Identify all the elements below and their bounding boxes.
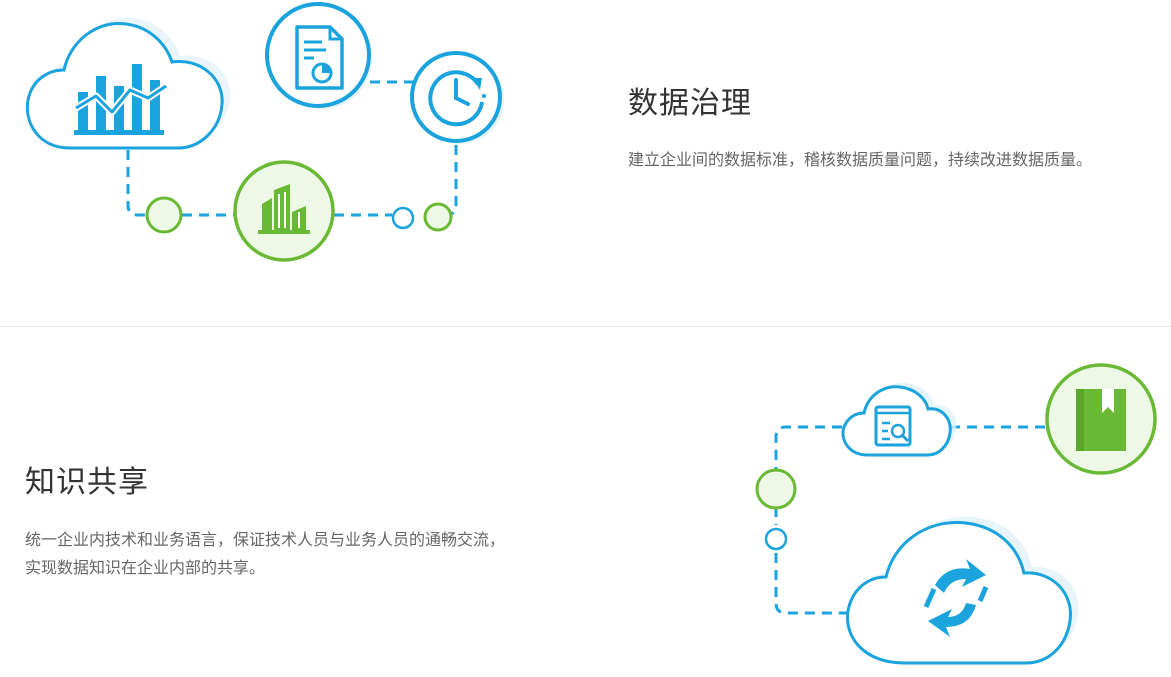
book-icon [1045,363,1157,475]
cloud-search-icon [841,382,957,457]
cloud-sync-icon [846,516,1079,665]
section-title: 数据治理 [628,86,752,121]
document-chart-icon [265,2,372,109]
clock-cycle-icon [410,51,504,144]
cloud-chart-icon [25,17,231,150]
connector-node [145,196,183,234]
connector-node [391,206,415,230]
description-line: 实现数据知识在企业内部的共享。 [25,558,266,577]
connector-node [764,527,788,551]
buildings-icon [233,160,335,262]
description-line: 统一企业内技术和业务语言，保证技术人员与业务人员的通畅交流， [25,530,506,549]
connector-node [423,202,453,232]
knowledge-sharing-illustration [755,363,1157,665]
section-description: 统一企业内技术和业务语言，保证技术人员与业务人员的通畅交流， 实现数据知识在企业… [25,526,505,582]
data-governance-section: 数据治理 建立企业间的数据标准，稽核数据质量问题，持续改进数据质量。 [0,0,1171,326]
knowledge-sharing-section: 知识共享 统一企业内技术和业务语言，保证技术人员与业务人员的通畅交流， 实现数据… [0,327,1171,677]
section-title: 知识共享 [25,465,149,500]
section-description: 建立企业间的数据标准，稽核数据质量问题，持续改进数据质量。 [628,150,1093,169]
data-governance-illustration [25,2,504,262]
connector-node [755,468,797,510]
